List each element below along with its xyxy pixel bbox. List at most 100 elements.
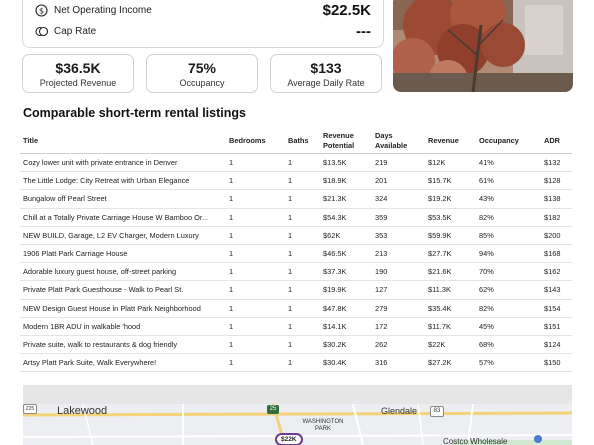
- table-row[interactable]: 1906 Platt Park Carriage House 1 1 $46.5K 21…: [20, 244, 572, 264]
- cell-revenue: $27.7K: [425, 244, 476, 264]
- cell-baths: 1: [285, 299, 320, 318]
- cell-baths: 1: [285, 353, 320, 373]
- property-photo: [393, 0, 573, 92]
- col-occupancy[interactable]: Occupancy: [476, 128, 541, 154]
- highway-shield-icon: 225: [23, 404, 37, 414]
- comps-header-row: Title Bedrooms Baths Revenue Potential D…: [20, 128, 572, 154]
- cell-title: Modern 1BR ADU in walkable 'hood: [20, 317, 226, 336]
- map-price-pin[interactable]: $22K: [275, 433, 303, 445]
- cell-adr: $154: [541, 299, 572, 318]
- cell-baths: 1: [285, 189, 320, 209]
- occupancy-label: Occupancy: [179, 78, 225, 88]
- table-row[interactable]: NEW Design Guest House in Platt Park Nei…: [20, 299, 572, 318]
- cell-adr: $138: [541, 189, 572, 209]
- cell-revenue-potential: $37.3K: [320, 262, 372, 282]
- cell-baths: 1: [285, 317, 320, 336]
- noi-value: $22.5K: [322, 2, 371, 19]
- cell-bedrooms: 1: [226, 262, 285, 282]
- table-row[interactable]: The Little Lodge: City Retreat with Urba…: [20, 171, 572, 191]
- cell-adr: $124: [541, 335, 572, 355]
- cell-occupancy: 82%: [476, 299, 541, 318]
- cell-revenue-potential: $46.5K: [320, 244, 372, 264]
- table-row[interactable]: NEW BUILD, Garage, L2 EV Charger, Modern…: [20, 226, 572, 245]
- financials-card: $ Net Operating Income $22.5K Cap Rate -…: [22, 0, 384, 48]
- cell-revenue-potential: $18.9K: [320, 171, 372, 191]
- highway-shield-icon: 25: [267, 405, 279, 414]
- average-daily-rate-value: $133: [310, 60, 342, 76]
- cell-adr: $182: [541, 208, 572, 227]
- cell-revenue: $27.2K: [425, 353, 476, 373]
- table-row[interactable]: Bungalow off Pearl Street 1 1 $21.3K 324 $19.…: [20, 189, 572, 209]
- cell-title: Adorable luxury guest house, off-street …: [20, 262, 226, 282]
- cell-days-available: 262: [372, 335, 425, 355]
- table-row[interactable]: Chill at a Totally Private Carriage Hous…: [20, 208, 572, 227]
- cell-adr: $162: [541, 262, 572, 282]
- cell-baths: 1: [285, 280, 320, 300]
- cell-revenue: $15.7K: [425, 171, 476, 191]
- projected-revenue-label: Projected Revenue: [39, 78, 117, 88]
- cell-days-available: 219: [372, 153, 425, 173]
- cell-occupancy: 41%: [476, 153, 541, 173]
- comps-table-body: Cozy lower unit with private entrance in…: [20, 153, 572, 373]
- cell-baths: 1: [285, 208, 320, 227]
- cell-title: Chill at a Totally Private Carriage Hous…: [20, 208, 226, 227]
- cell-days-available: 279: [372, 299, 425, 318]
- map-label-washington-park: WASHINGTON PARK: [302, 419, 344, 432]
- cell-revenue-potential: $62K: [320, 226, 372, 245]
- cell-revenue-potential: $54.3K: [320, 208, 372, 227]
- table-row[interactable]: Artsy Platt Park Suite, Walk Everywhere!…: [20, 353, 572, 373]
- table-row[interactable]: Private suite, walk to restaurants & dog…: [20, 335, 572, 355]
- svg-text:$: $: [39, 6, 44, 15]
- cell-revenue-potential: $30.2K: [320, 335, 372, 355]
- cell-days-available: 353: [372, 226, 425, 245]
- table-row[interactable]: Private Platt Park Guesthouse - Walk to …: [20, 280, 572, 300]
- cap-rate-label: Cap Rate: [54, 26, 97, 37]
- cell-adr: $132: [541, 153, 572, 173]
- cell-bedrooms: 1: [226, 171, 285, 191]
- store-pin-icon: [534, 435, 542, 443]
- map-label-lakewood: Lakewood: [57, 405, 108, 417]
- dollar-circle-icon: $: [35, 4, 48, 17]
- col-revenue-potential[interactable]: Revenue Potential: [320, 128, 372, 154]
- cell-bedrooms: 1: [226, 189, 285, 209]
- cell-occupancy: 70%: [476, 262, 541, 282]
- cell-bedrooms: 1: [226, 244, 285, 264]
- comps-table: Title Bedrooms Baths Revenue Potential D…: [20, 128, 572, 373]
- col-baths[interactable]: Baths: [285, 128, 320, 154]
- cell-adr: $143: [541, 280, 572, 300]
- cell-occupancy: 68%: [476, 335, 541, 355]
- cap-rate-row: Cap Rate ---: [35, 23, 371, 40]
- col-adr[interactable]: ADR: [541, 128, 572, 154]
- table-row[interactable]: Cozy lower unit with private entrance in…: [20, 153, 572, 173]
- map-label-glendale: Glendale: [381, 406, 418, 416]
- cell-bedrooms: 1: [226, 317, 285, 336]
- cell-revenue-potential: $19.9K: [320, 280, 372, 300]
- cell-bedrooms: 1: [226, 226, 285, 245]
- cell-bedrooms: 1: [226, 335, 285, 355]
- cell-adr: $150: [541, 353, 572, 373]
- col-revenue[interactable]: Revenue: [425, 128, 476, 154]
- cell-title: Artsy Platt Park Suite, Walk Everywhere!: [20, 353, 226, 373]
- cell-occupancy: 61%: [476, 171, 541, 191]
- cell-bedrooms: 1: [226, 299, 285, 318]
- cell-bedrooms: 1: [226, 353, 285, 373]
- cell-days-available: 172: [372, 317, 425, 336]
- listings-map[interactable]: Lakewood Glendale WASHINGTON PARK Costco…: [23, 385, 572, 445]
- col-bedrooms[interactable]: Bedrooms: [226, 128, 285, 154]
- cell-occupancy: 57%: [476, 353, 541, 373]
- col-title[interactable]: Title: [20, 128, 226, 154]
- cell-revenue: $11.3K: [425, 280, 476, 300]
- coins-icon: [35, 25, 48, 38]
- cell-bedrooms: 1: [226, 280, 285, 300]
- cell-revenue: $12K: [425, 153, 476, 173]
- average-daily-rate-card: $133 Average Daily Rate: [270, 54, 382, 93]
- occupancy-card: 75% Occupancy: [146, 54, 258, 93]
- table-row[interactable]: Adorable luxury guest house, off-street …: [20, 262, 572, 282]
- col-days-available[interactable]: Days Available: [372, 128, 425, 154]
- cell-revenue: $21.6K: [425, 262, 476, 282]
- cell-baths: 1: [285, 153, 320, 173]
- cell-baths: 1: [285, 244, 320, 264]
- cell-occupancy: 85%: [476, 226, 541, 245]
- cell-days-available: 359: [372, 208, 425, 227]
- table-row[interactable]: Modern 1BR ADU in walkable 'hood 1 1 $14.1K…: [20, 317, 572, 336]
